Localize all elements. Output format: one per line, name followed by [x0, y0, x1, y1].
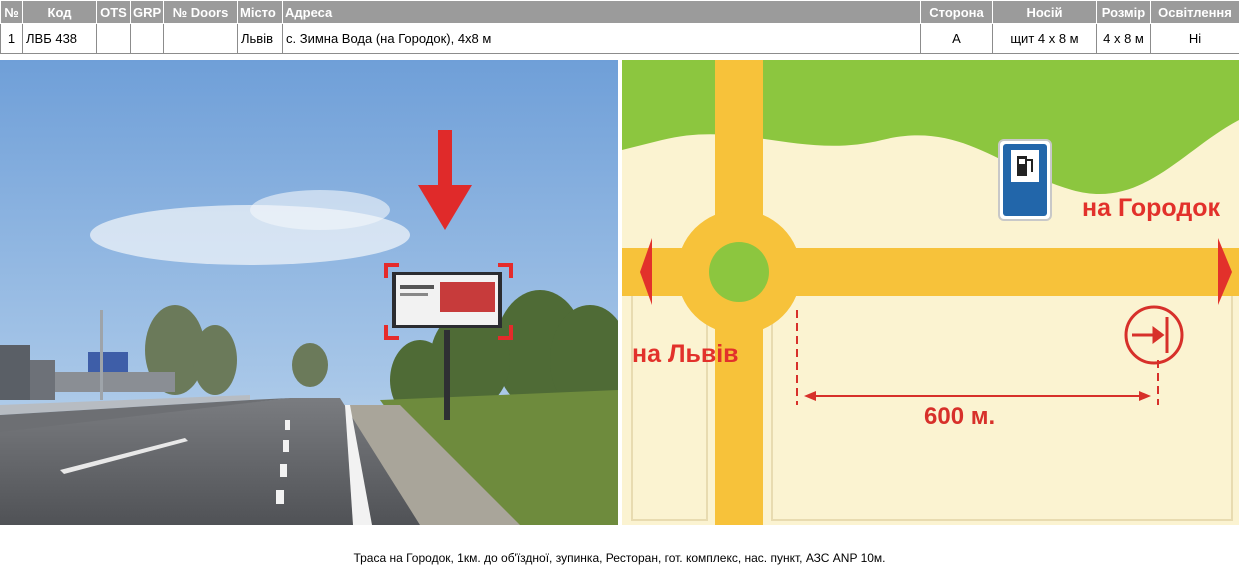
label-to-lviv: на Львів: [632, 340, 739, 368]
label-to-gorodok: на Городок: [1082, 194, 1221, 222]
cell-side: A: [920, 23, 993, 54]
gas-station-icon: [998, 139, 1052, 221]
cell-doors: [163, 23, 238, 54]
header-ots: OTS: [96, 0, 131, 24]
cell-lighting: Ні: [1150, 23, 1239, 54]
cell-carrier: щит 4 x 8 м: [992, 23, 1097, 54]
distance-label: 600 м.: [924, 403, 996, 430]
header-city: Місто: [237, 0, 283, 24]
cell-grp: [130, 23, 164, 54]
header-size: Розмір: [1096, 0, 1151, 24]
cell-city: Львів: [237, 23, 283, 54]
table-header-row: № Код OTS GRP № Doors Місто Адреса Сторо…: [0, 0, 1239, 24]
table-row: 1 ЛВБ 438 Львів с. Зимна Вода (на Городо…: [0, 23, 1239, 54]
header-doors: № Doors: [163, 0, 238, 24]
header-code: Код: [22, 0, 97, 24]
header-grp: GRP: [130, 0, 164, 24]
billboard-info-table: № Код OTS GRP № Doors Місто Адреса Сторо…: [0, 0, 1239, 54]
header-num: №: [0, 0, 23, 24]
location-map: на Городок на Львів 600 м.: [622, 60, 1239, 525]
location-photo: [0, 60, 618, 525]
cell-address: с. Зимна Вода (на Городок), 4x8 м: [282, 23, 921, 54]
header-lighting: Освітлення: [1150, 0, 1239, 24]
header-carrier: Носій: [992, 0, 1097, 24]
header-address: Адреса: [282, 0, 921, 24]
cell-size: 4 x 8 м: [1096, 23, 1151, 54]
cell-code: ЛВБ 438: [22, 23, 97, 54]
cell-num: 1: [0, 23, 23, 54]
header-side: Сторона: [920, 0, 993, 24]
cell-ots: [96, 23, 131, 54]
location-description: Траса на Городок, 1км. до об'їздної, зуп…: [353, 551, 886, 565]
